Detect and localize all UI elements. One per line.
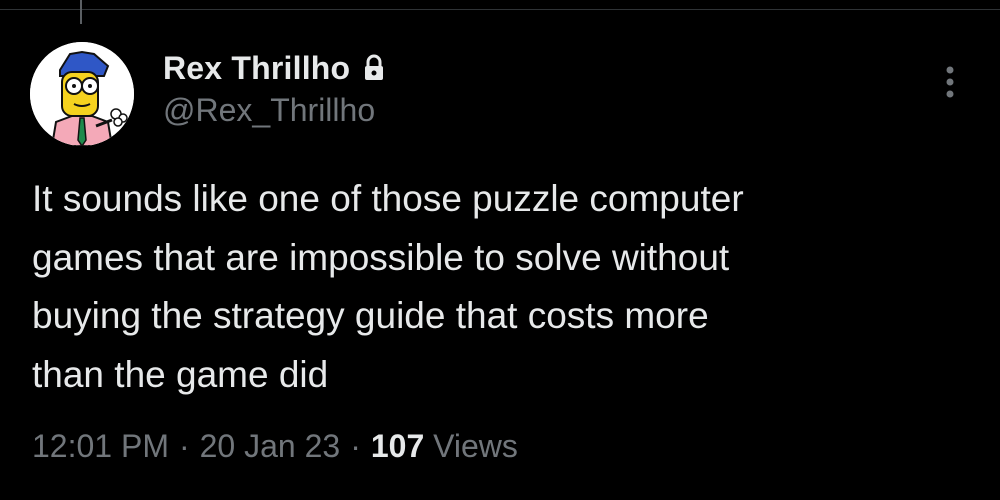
avatar[interactable] <box>30 42 134 146</box>
lock-icon <box>362 54 386 82</box>
tweet-date[interactable]: 20 Jan 23 <box>200 428 341 464</box>
tweet-metadata: 12:01 PM · 20 Jan 23 · 107 Views <box>32 428 518 465</box>
top-divider <box>0 0 1000 10</box>
separator: · <box>350 428 361 464</box>
views-label: Views <box>433 428 518 464</box>
name-row: Rex Thrillho <box>163 48 386 88</box>
thread-connector-line <box>80 0 82 24</box>
cartoon-avatar-icon <box>30 42 134 146</box>
views-link[interactable]: 107 Views <box>371 428 518 464</box>
tweet-text: It sounds like one of those puzzle compu… <box>32 178 744 395</box>
display-name[interactable]: Rex Thrillho <box>163 50 350 87</box>
views-count: 107 <box>370 428 425 464</box>
more-vertical-icon <box>946 66 954 98</box>
tweet-time[interactable]: 12:01 PM <box>32 428 169 464</box>
user-handle[interactable]: @Rex_Thrillho <box>163 92 386 129</box>
more-options-button[interactable] <box>930 62 970 102</box>
separator: · <box>178 428 190 464</box>
tweet-author: Rex Thrillho @Rex_Thrillho <box>163 48 386 129</box>
